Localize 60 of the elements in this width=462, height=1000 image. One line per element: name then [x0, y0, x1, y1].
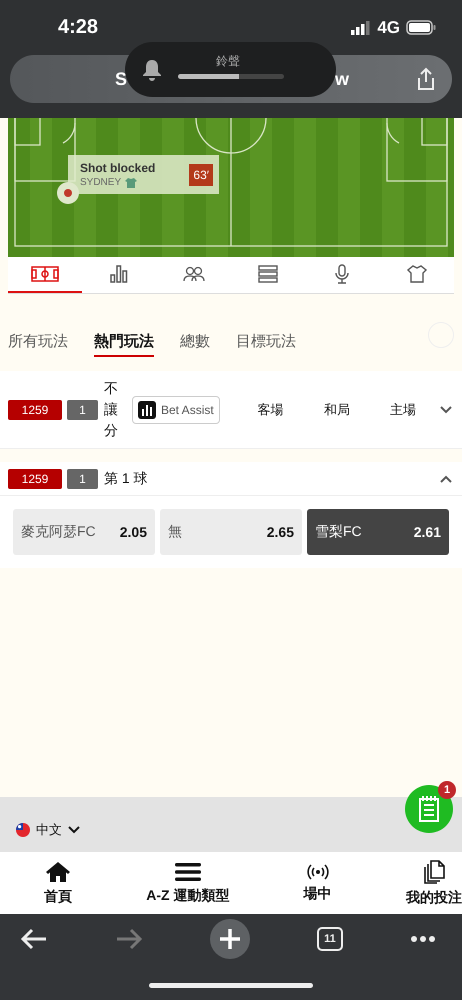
- shirt-icon: [406, 265, 427, 283]
- chevron-icon[interactable]: [440, 406, 452, 414]
- column-header: 和局: [324, 400, 350, 418]
- column-header: 客場: [258, 400, 284, 418]
- new-tab-icon[interactable]: [210, 919, 250, 959]
- language-selector[interactable]: 中文: [16, 821, 80, 839]
- minute-badge: 63′: [189, 164, 213, 186]
- chevron-icon: [68, 826, 80, 834]
- column-header: 主場: [390, 400, 416, 418]
- tab-count[interactable]: 11: [317, 927, 343, 951]
- bar-chart-icon: [138, 400, 156, 418]
- market-name: 第 1 球: [104, 470, 148, 488]
- odds-button[interactable]: 無 2.65: [160, 509, 302, 555]
- page-title: S: [115, 68, 128, 90]
- chevron-icon[interactable]: [440, 474, 452, 482]
- odds-button[interactable]: 雪梨FC 2.61: [307, 509, 449, 555]
- bar-chart-icon: [110, 265, 128, 283]
- notepad-icon: [418, 795, 440, 823]
- more-icon[interactable]: [410, 935, 436, 943]
- microphone-icon: [335, 264, 350, 284]
- home-icon: [45, 860, 71, 882]
- documents-icon: [422, 860, 445, 884]
- battery-icon: [406, 20, 436, 35]
- share-icon[interactable]: [416, 67, 436, 91]
- market-number: 1: [67, 468, 98, 488]
- nav-label: 場中: [304, 884, 332, 902]
- menu-icon: [174, 862, 201, 882]
- nav-label: A-Z 運動類型: [146, 886, 230, 904]
- bell-icon: [142, 59, 162, 81]
- odds-button[interactable]: 麥克阿瑟FC 2.05: [13, 509, 155, 555]
- clock: 4:28: [58, 16, 98, 39]
- nav-label: 我的投注: [406, 888, 462, 906]
- market-code: 1259: [8, 468, 62, 488]
- event-title: Shot blocked: [80, 160, 156, 174]
- list-icon: [258, 265, 278, 283]
- market-number: 1: [67, 400, 98, 420]
- nav-label: 首頁: [44, 888, 72, 906]
- broadcast-icon: [306, 864, 329, 880]
- shirt-icon: [125, 176, 138, 188]
- market-name: 不讓分: [104, 379, 118, 440]
- people-icon: [182, 266, 205, 282]
- nav-item[interactable]: 場中: [304, 852, 332, 914]
- volume-label: 鈴聲: [216, 53, 240, 70]
- nav-item[interactable]: 我的投注: [406, 852, 462, 914]
- market-tab[interactable]: 總數: [180, 326, 210, 357]
- nav-item[interactable]: 首頁: [44, 852, 72, 914]
- network-label: 4G: [377, 18, 400, 38]
- market-tab[interactable]: 目標玩法: [236, 326, 296, 357]
- page-title: w: [335, 68, 350, 90]
- nav-item[interactable]: A-Z 運動類型: [146, 852, 230, 914]
- market-tab[interactable]: 熱門玩法: [94, 326, 154, 357]
- market-tab[interactable]: 所有玩法: [8, 326, 68, 357]
- bet-assist-button[interactable]: Bet Assist: [132, 396, 220, 424]
- team-name: SYDNEY: [80, 177, 122, 188]
- signal-icon: [351, 20, 372, 34]
- count-badge: 1: [438, 781, 456, 799]
- market-code: 1259: [8, 400, 62, 420]
- flag-icon: [16, 823, 30, 837]
- back-icon[interactable]: [20, 928, 48, 950]
- pitch-icon: [31, 266, 60, 282]
